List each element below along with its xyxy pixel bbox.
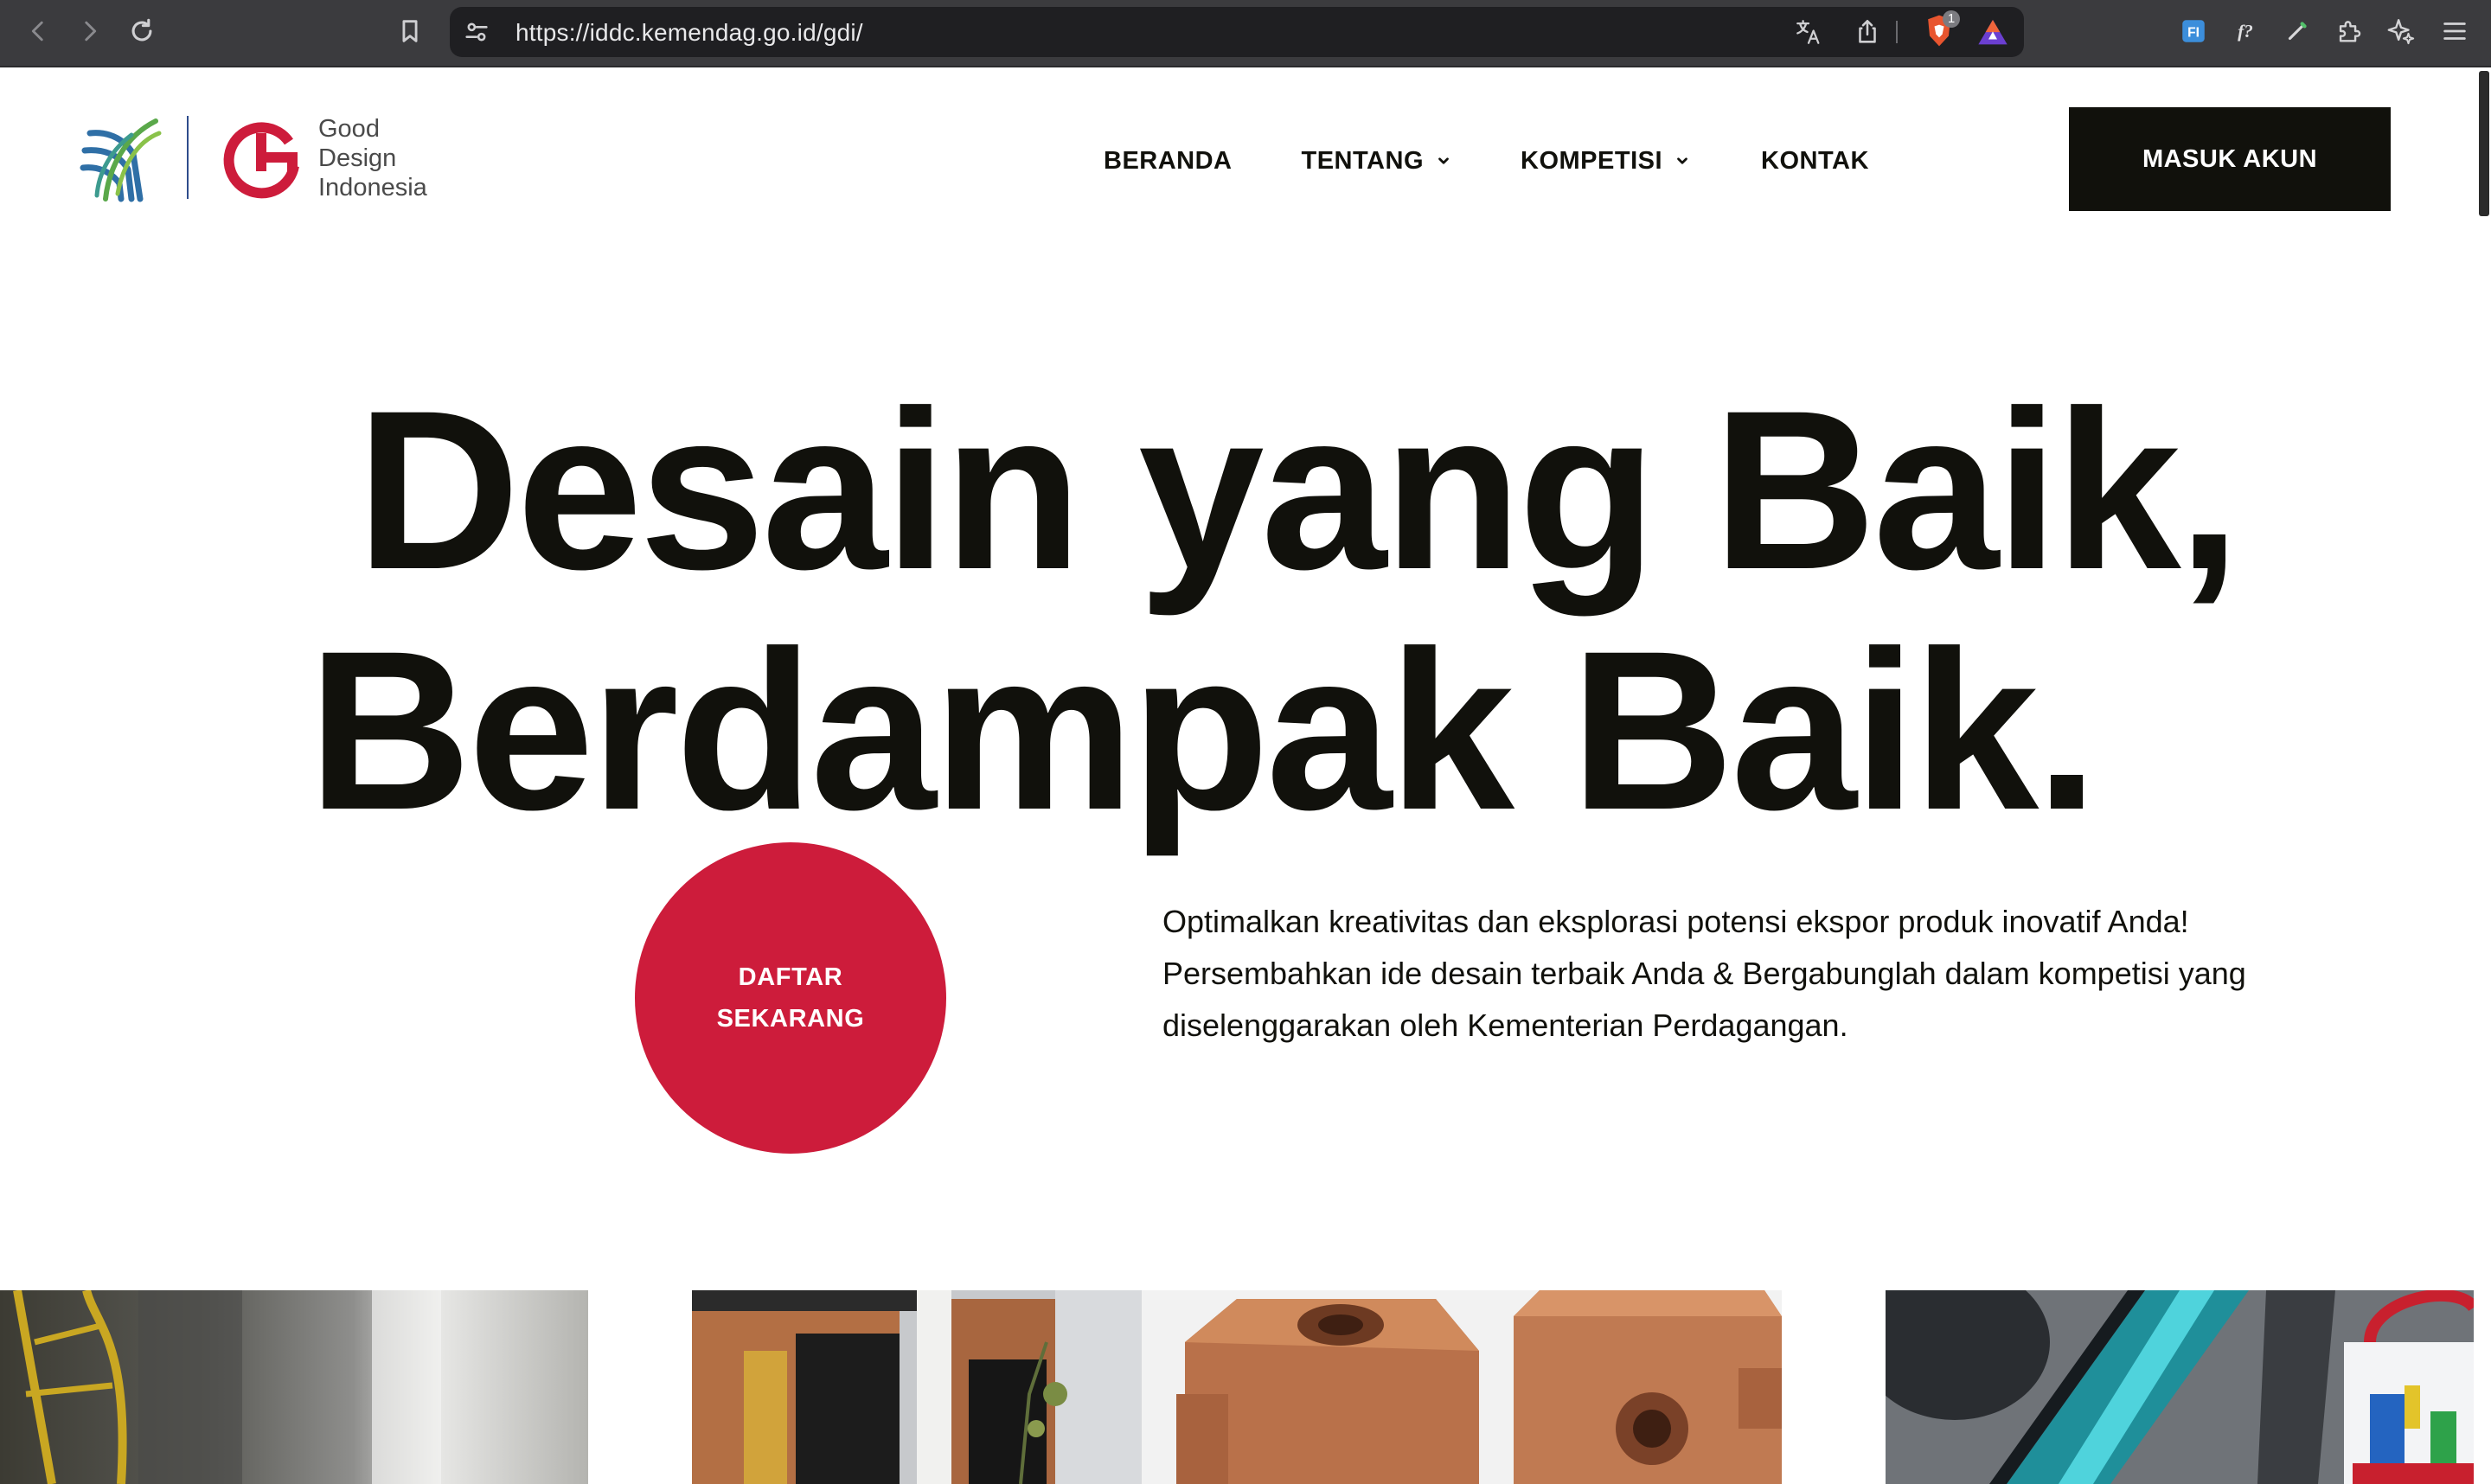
nav-item-kompetisi[interactable]: KOMPETISI bbox=[1521, 147, 1690, 176]
chevron-down-icon bbox=[1677, 157, 1687, 164]
register-now-label-line-1: DAFTAR bbox=[738, 963, 843, 991]
logo-divider bbox=[187, 116, 189, 199]
fi-extension-icon: FI bbox=[2182, 20, 2205, 42]
page-scrollbar[interactable] bbox=[2477, 67, 2491, 1484]
chevron-right-icon bbox=[85, 21, 97, 42]
puzzle-icon bbox=[2339, 21, 2361, 42]
share-icon[interactable] bbox=[1853, 17, 1882, 47]
nav-item-kompetisi-label: KOMPETISI bbox=[1521, 146, 1663, 175]
nav-item-beranda-label: BERANDA bbox=[1104, 146, 1233, 175]
reload-icon bbox=[131, 18, 152, 42]
gallery-image-2 bbox=[692, 1290, 1142, 1484]
pen-icon bbox=[2288, 22, 2307, 41]
nav-item-beranda[interactable]: BERANDA bbox=[1104, 147, 1233, 176]
formula-extension-label: f? bbox=[2238, 21, 2253, 42]
hamburger-menu-icon bbox=[2443, 22, 2466, 40]
gallery-image-1 bbox=[0, 1290, 588, 1484]
terracotta-blocks-image bbox=[1142, 1290, 1782, 1484]
main-navigation: BERANDA TENTANG KOMPETISI KONTAK bbox=[1104, 144, 1869, 178]
forward-button[interactable] bbox=[71, 12, 109, 50]
nav-item-kontak-label: KONTAK bbox=[1761, 146, 1869, 175]
good-design-logo-icon bbox=[223, 122, 299, 199]
brave-rewards-icon[interactable] bbox=[1976, 16, 2010, 50]
gallery-image-4 bbox=[1886, 1290, 2474, 1484]
address-bar[interactable]: https://iddc.kemendag.go.id/gdi/ 1 bbox=[450, 7, 2024, 57]
product-closeup-image bbox=[0, 1290, 588, 1484]
logo-text-line-2: Design bbox=[318, 144, 397, 172]
bookmark-button[interactable] bbox=[391, 12, 429, 50]
logo-text-line-3: Indonesia bbox=[318, 174, 427, 201]
fi-extension-button[interactable]: FI bbox=[2176, 14, 2211, 48]
brave-shield-count: 1 bbox=[1943, 10, 1960, 28]
register-now-label-line-2: SEKARANG bbox=[716, 1005, 865, 1033]
register-now-button[interactable]: DAFTAR SEKARANG bbox=[635, 842, 946, 1154]
bookmark-icon bbox=[402, 20, 418, 42]
formula-extension-icon: f? bbox=[2238, 21, 2253, 42]
chevron-left-icon bbox=[31, 21, 43, 42]
nav-item-tentang[interactable]: TENTANG bbox=[1302, 147, 1452, 176]
browser-toolbar: https://iddc.kemendag.go.id/gdi/ 1 FI f? bbox=[0, 0, 2491, 67]
translate-icon[interactable] bbox=[1794, 17, 1823, 47]
hero-headline-line-2: Berdampak Baik. bbox=[308, 604, 2098, 857]
fi-extension-label: FI bbox=[2187, 25, 2200, 40]
logo-text-line-1: Good bbox=[318, 115, 380, 143]
site-header: Good Design Indonesia BERANDA TENTANG KO… bbox=[0, 67, 2477, 251]
chevron-down-icon bbox=[1438, 157, 1449, 164]
extensions-button[interactable] bbox=[2332, 14, 2366, 48]
address-separator bbox=[1896, 21, 1898, 43]
house-facade-image bbox=[692, 1290, 1142, 1484]
nav-item-kontak[interactable]: KONTAK bbox=[1761, 147, 1869, 176]
gallery-image-3 bbox=[1142, 1290, 1782, 1484]
formula-extension-button[interactable]: f? bbox=[2228, 14, 2263, 48]
browser-menu-button[interactable] bbox=[2437, 14, 2472, 48]
back-button[interactable] bbox=[19, 12, 57, 50]
sparkle-icon bbox=[2387, 19, 2415, 45]
site-logo[interactable]: Good Design Indonesia bbox=[80, 114, 443, 202]
page-scrollbar-thumb[interactable] bbox=[2479, 71, 2489, 216]
hero-description: Optimalkan kreativitas dan eksplorasi po… bbox=[1162, 904, 2246, 1043]
logo-text: Good Design Indonesia bbox=[318, 114, 427, 202]
pen-extension-button[interactable] bbox=[2280, 14, 2315, 48]
kemendag-logo-icon bbox=[80, 118, 162, 202]
nav-item-tentang-label: TENTANG bbox=[1301, 146, 1425, 175]
tune-icon[interactable] bbox=[462, 17, 491, 47]
leo-ai-button[interactable] bbox=[2384, 14, 2418, 48]
hero-headline-line-1: Desain yang Baik, bbox=[356, 363, 2240, 617]
reload-button[interactable] bbox=[123, 12, 161, 50]
login-button[interactable]: MASUK AKUN bbox=[2069, 107, 2391, 211]
url-text[interactable]: https://iddc.kemendag.go.id/gdi/ bbox=[515, 19, 863, 47]
bag-and-tube-image bbox=[1886, 1290, 2474, 1484]
